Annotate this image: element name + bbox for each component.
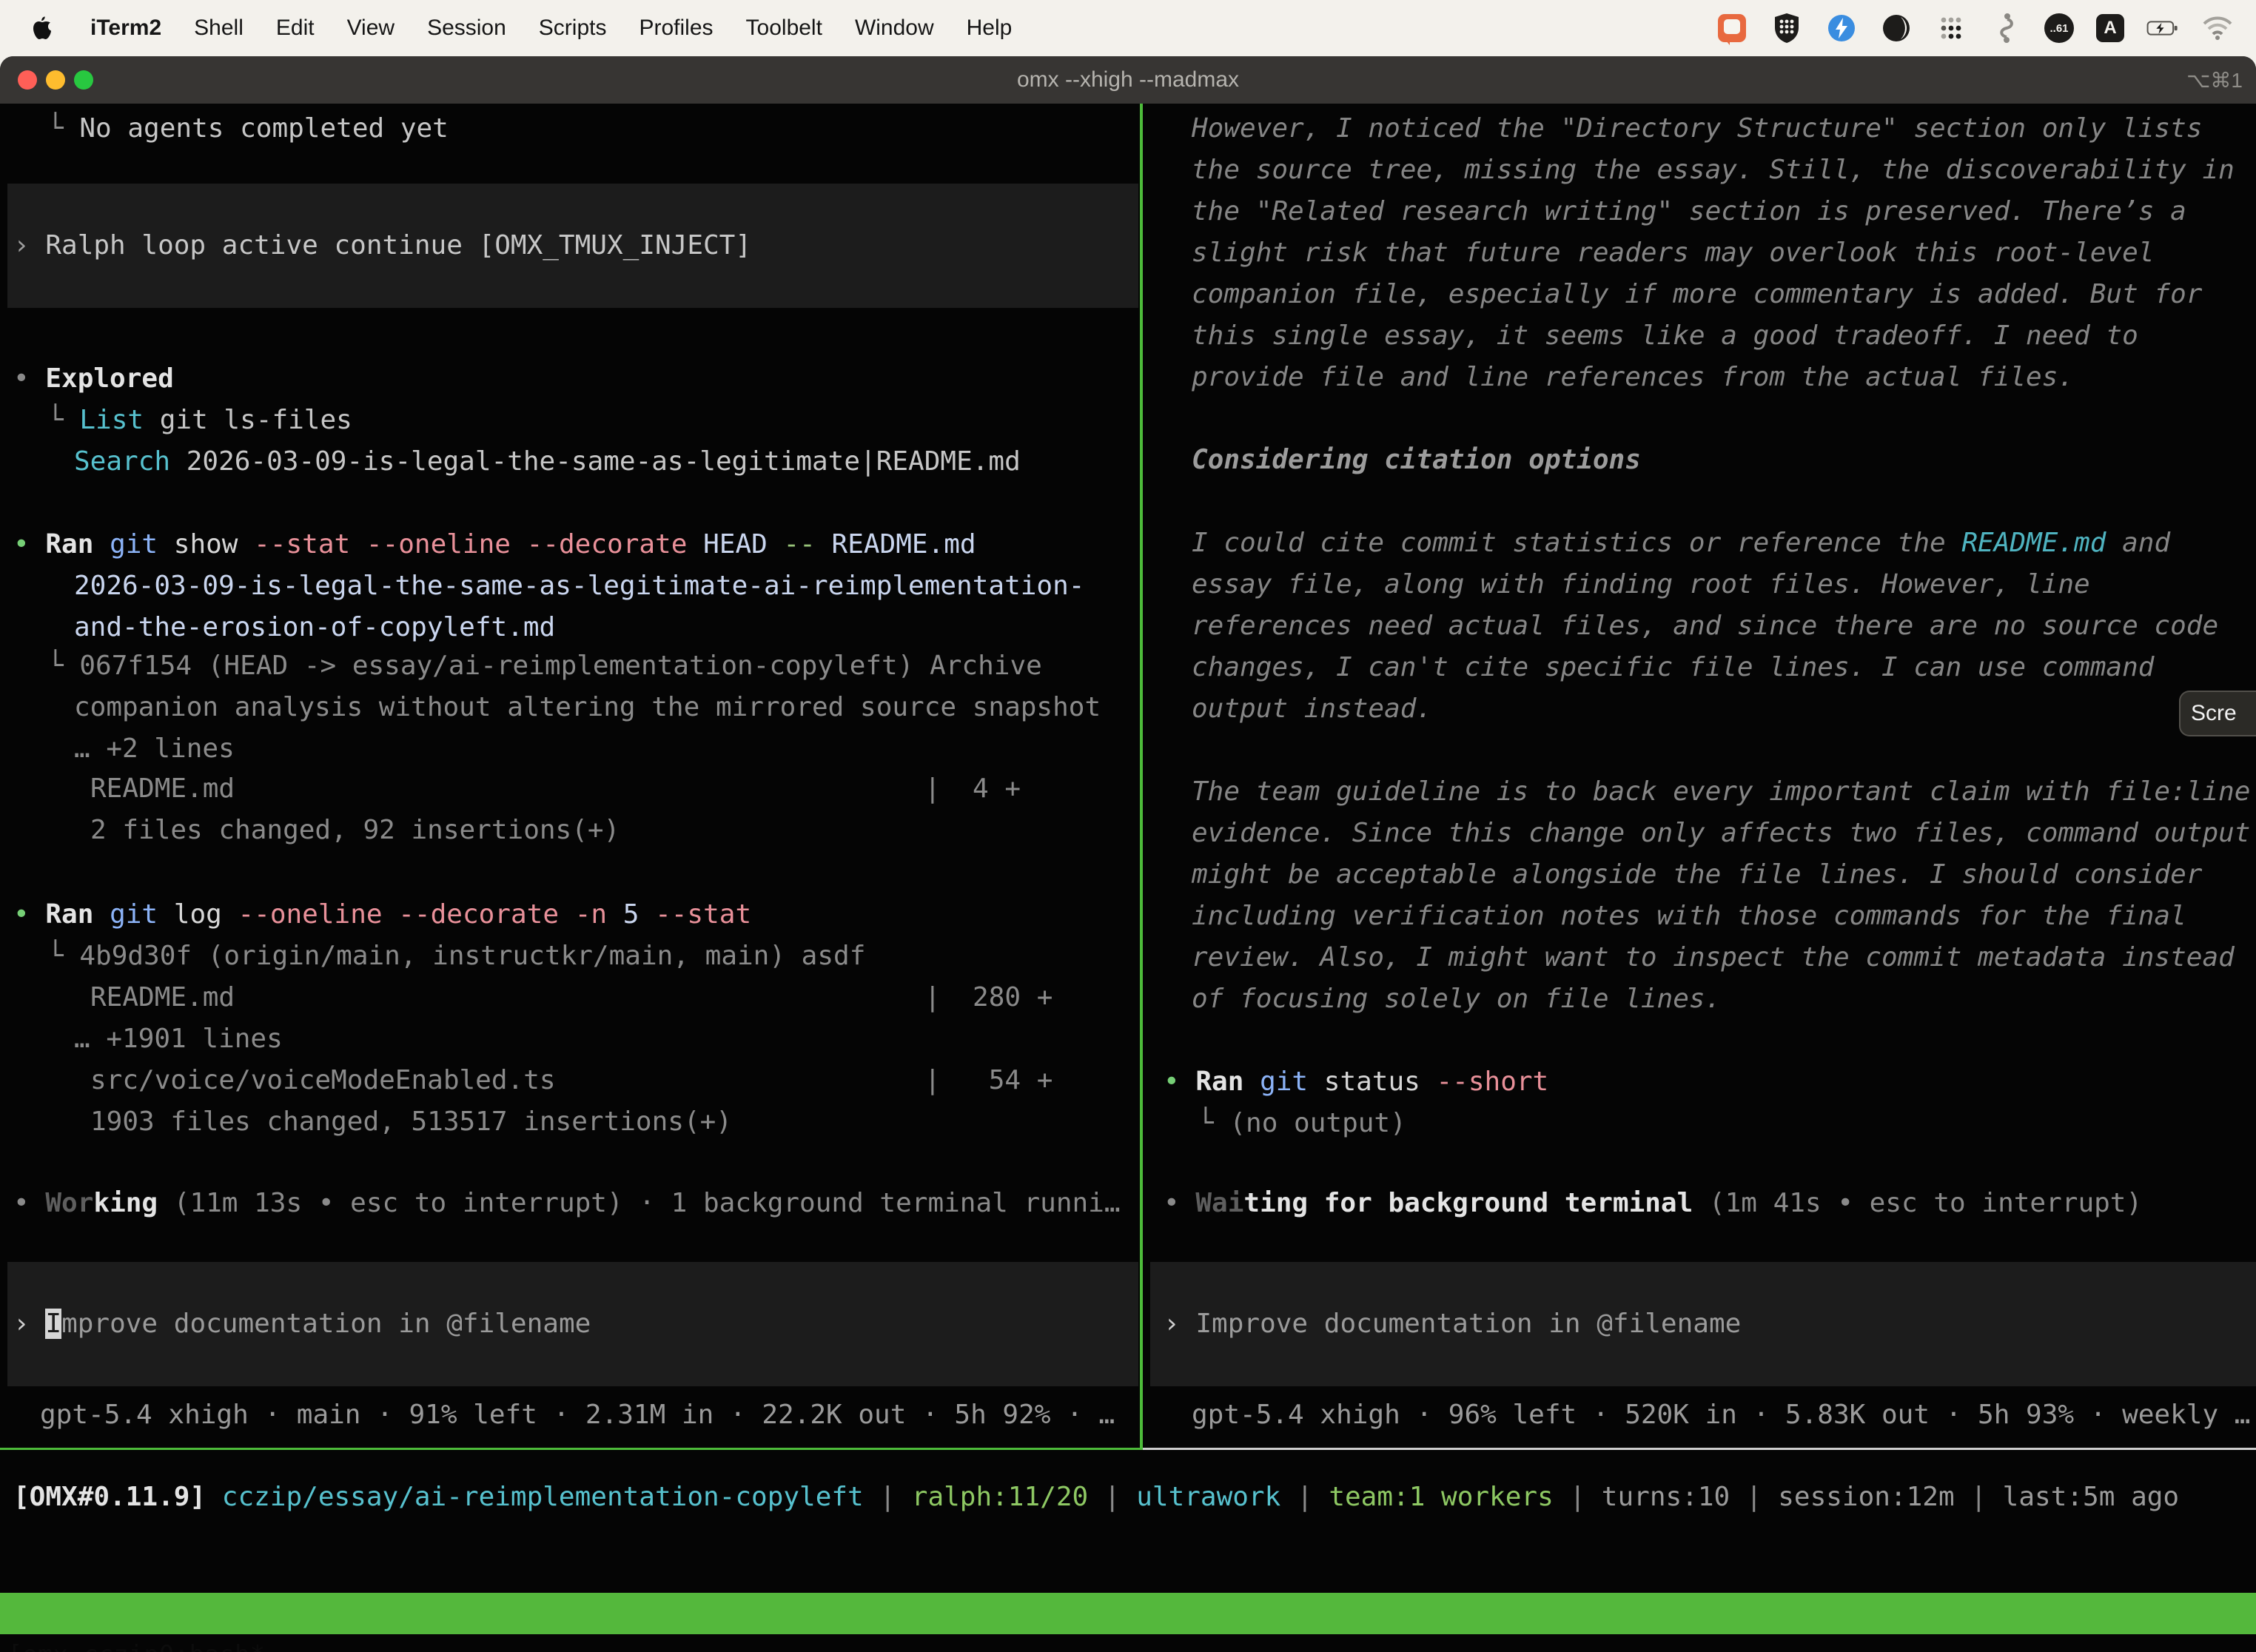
thinking-heading: Considering citation options — [1192, 440, 1641, 481]
text-cursor: I — [45, 1309, 61, 1339]
line-ran-git-log: • Ran git log --oneline --decorate -n 5 … — [13, 894, 751, 936]
left-prompt-box[interactable]: › Improve documentation in @filename — [7, 1262, 1138, 1386]
left-prompt-text: mprove documentation in @filename — [61, 1309, 591, 1339]
screen-tooltip-text: Scre — [2191, 701, 2237, 726]
right-pane: However, I noticed the "Directory Struct… — [1150, 104, 2256, 1652]
terminal: └ No agents completed yet › Ralph loop a… — [0, 104, 2256, 1652]
pane-divider[interactable] — [1140, 104, 1143, 1450]
line-p3-1: The team guideline is to back every impo… — [1192, 771, 2250, 813]
window-title: omx --xhigh --madmax — [0, 56, 2256, 104]
line-working-status: • Working (11m 13s • esc to interrupt) ·… — [13, 1183, 1121, 1224]
menu-shell[interactable]: Shell — [194, 16, 244, 41]
menu-edit[interactable]: Edit — [276, 16, 315, 41]
menu-bar-status-icons: ..61 A — [1716, 12, 2256, 44]
title-bar: omx --xhigh --madmax ⌥⌘1 — [0, 56, 2256, 104]
right-model-status-line: gpt-5.4 xhigh · 96% left · 520K in · 5.8… — [1192, 1394, 2250, 1436]
percent-61-badge-icon[interactable]: ..61 — [2044, 13, 2074, 43]
menu-bar-left: iTerm2 Shell Edit View Session Scripts P… — [0, 12, 1012, 44]
left-pane-border — [0, 1448, 1143, 1450]
omx-session-status-line: [OMX#0.11.9] cczip/essay/ai-reimplementa… — [13, 1477, 2179, 1518]
line-explored-list: └ List git ls-files — [47, 400, 352, 441]
line-p3-6: of focusing solely on file lines. — [1192, 978, 1721, 1020]
line-show-more: … +2 lines — [74, 728, 235, 770]
line-no-output: └ (no output) — [1198, 1103, 1406, 1144]
dots-grid-icon[interactable] — [1935, 12, 1967, 44]
apple-menu[interactable] — [25, 12, 58, 44]
line-show-stat-summary: 2 files changed, 92 insertions(+) — [90, 810, 620, 851]
prompt-chevron-icon: › — [13, 1309, 30, 1339]
right-prompt-input[interactable]: › Improve documentation in @filename — [1150, 1303, 1741, 1345]
line-p1-4: slight risk that future readers may over… — [1192, 232, 2154, 274]
line-log-stat-voice: src/voice/voiceModeEnabled.ts | 54 + — [90, 1060, 1053, 1101]
line-waiting-status: • Waiting for background terminal (1m 41… — [1164, 1183, 2142, 1224]
menu-help[interactable]: Help — [967, 16, 1013, 41]
menu-toolbelt[interactable]: Toolbelt — [746, 16, 822, 41]
line-p3-4: including verification notes with those … — [1192, 896, 2186, 937]
line-ran-git-status: • Ran git status --short — [1164, 1061, 1548, 1103]
line-show-commit1: └ 067f154 (HEAD -> essay/ai-reimplementa… — [47, 645, 1042, 687]
line-p3-3: might be acceptable alongside the file l… — [1192, 854, 2202, 896]
menu-bar: iTerm2 Shell Edit View Session Scripts P… — [0, 0, 2256, 56]
line-explored: • Explored — [13, 358, 174, 400]
blue-bolt-badge-icon[interactable] — [1825, 12, 1858, 44]
line-p2-2: essay file, along with finding root file… — [1192, 564, 2090, 605]
line-log-commit: └ 4b9d30f (origin/main, instructkr/main,… — [47, 936, 865, 977]
line-p2-4: changes, I can't cite specific file line… — [1192, 647, 2154, 688]
tmux-session-label: [omx-cczip0:bash* — [7, 1634, 265, 1652]
line-p1-3: the "Related research writing" section i… — [1192, 191, 2186, 232]
screen-recording-icon[interactable] — [1716, 12, 1748, 44]
line-p1-1: However, I noticed the "Directory Struct… — [1192, 108, 2202, 150]
line-show-commit2: companion analysis without altering the … — [74, 687, 1101, 728]
line-show-wrap1: 2026-03-09-is-legal-the-same-as-legitima… — [74, 565, 1084, 607]
line-ran-git-show: • Ran git show --stat --oneline --decora… — [13, 524, 976, 565]
line-p2-1: I could cite commit statistics or refere… — [1192, 523, 2170, 564]
left-model-status-line: gpt-5.4 xhigh · main · 91% left · 2.31M … — [40, 1394, 1115, 1436]
line-p2-5: output instead. — [1192, 688, 1432, 730]
input-source-a-icon[interactable]: A — [2096, 14, 2124, 42]
menu-profiles[interactable]: Profiles — [639, 16, 713, 41]
line-no-agents: └ No agents completed yet — [47, 108, 449, 150]
line-p3-2: evidence. Since this change only affects… — [1192, 813, 2250, 854]
menu-window[interactable]: Window — [855, 16, 934, 41]
keypad-shield-icon[interactable] — [1770, 12, 1803, 44]
right-prompt-text: Improve documentation in @filename — [1195, 1309, 1741, 1339]
apple-icon — [30, 15, 53, 41]
ralph-loop-banner: › Ralph loop active continue [OMX_TMUX_I… — [7, 184, 1138, 308]
line-p1-2: the source tree, missing the essay. Stil… — [1192, 150, 2235, 191]
menu-view[interactable]: View — [347, 16, 395, 41]
screen-tooltip: Scre — [2179, 691, 2256, 736]
squiggle-icon[interactable] — [1990, 12, 2022, 44]
line-show-wrap2: and-the-erosion-of-copyleft.md — [74, 607, 555, 648]
left-prompt-input[interactable]: › Improve documentation in @filename — [7, 1303, 591, 1345]
line-show-stat-readme: README.md | 4 + — [90, 768, 1021, 810]
line-p1-7: provide file and line references from th… — [1192, 357, 2074, 398]
ralph-loop-banner-text: › Ralph loop active continue [OMX_TMUX_I… — [7, 225, 751, 266]
tmux-status-bar: [omx-cczip0:bash* "MacBook-Pro-44.local"… — [0, 1593, 2256, 1634]
line-p1-6: this single essay, it seems like a good … — [1192, 315, 2138, 357]
window-shortcut-label: ⌥⌘1 — [2186, 56, 2243, 104]
line-explored-search: Search 2026-03-09-is-legal-the-same-as-l… — [74, 441, 1021, 483]
menu-session[interactable]: Session — [427, 16, 506, 41]
line-log-stat-summary: 1903 files changed, 513517 insertions(+) — [90, 1101, 732, 1143]
right-pane-border — [1143, 1448, 2256, 1450]
battery-icon[interactable] — [2146, 12, 2179, 44]
menu-scripts[interactable]: Scripts — [539, 16, 607, 41]
contrast-circle-icon[interactable] — [1880, 12, 1913, 44]
wifi-icon[interactable] — [2201, 12, 2234, 44]
iterm-window: omx --xhigh --madmax ⌥⌘1 └ No agents com… — [0, 56, 2256, 1652]
line-p2-3: references need actual files, and since … — [1192, 605, 2218, 647]
right-prompt-box[interactable]: › Improve documentation in @filename — [1150, 1262, 2256, 1386]
menu-iterm2[interactable]: iTerm2 — [90, 16, 161, 41]
line-p3-5: review. Also, I might want to inspect th… — [1192, 937, 2235, 978]
prompt-chevron-icon: › — [1164, 1309, 1180, 1339]
line-p1-5: companion file, especially if more comme… — [1192, 274, 2202, 315]
line-log-more: … +1901 lines — [74, 1018, 283, 1060]
line-log-stat-readme: README.md | 280 + — [90, 977, 1053, 1018]
